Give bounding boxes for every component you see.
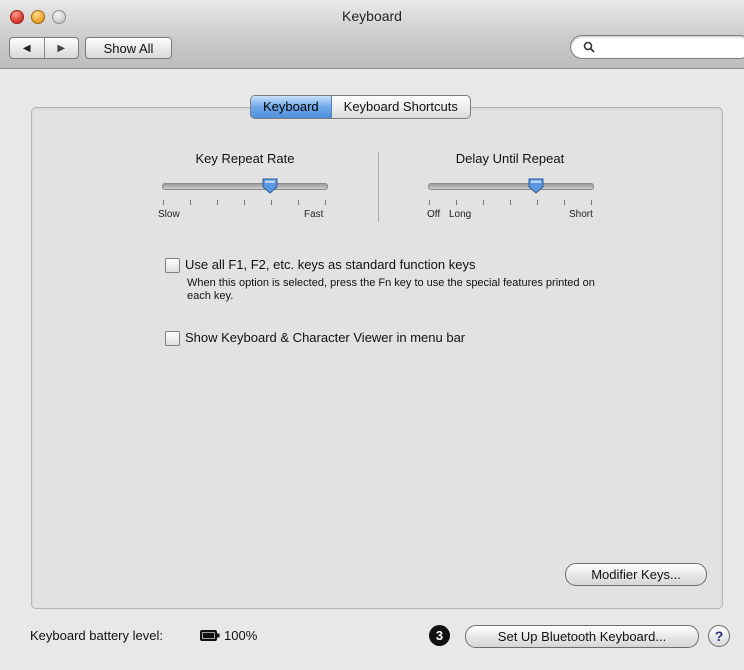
key-repeat-tick bbox=[190, 200, 191, 205]
key-repeat-tick bbox=[271, 200, 272, 205]
key-repeat-max-label: Fast bbox=[304, 209, 324, 220]
tab-keyboard-shortcuts[interactable]: Keyboard Shortcuts bbox=[332, 96, 470, 118]
key-repeat-slider[interactable] bbox=[162, 183, 328, 190]
key-repeat-tick bbox=[325, 200, 326, 205]
key-repeat-title: Key Repeat Rate bbox=[195, 151, 295, 166]
window-titlebar: Keyboard ◀ ▶ Show All bbox=[0, 0, 744, 69]
delay-repeat-min-label: Off bbox=[427, 209, 441, 220]
delay-repeat-tick bbox=[456, 200, 457, 205]
setup-bluetooth-keyboard-button[interactable]: Set Up Bluetooth Keyboard... bbox=[465, 625, 699, 648]
content-panel bbox=[31, 107, 723, 609]
keyboard-viewer-label[interactable]: Show Keyboard & Character Viewer in menu… bbox=[185, 330, 465, 345]
show-all-button[interactable]: Show All bbox=[85, 37, 172, 59]
delay-repeat-slider-thumb[interactable] bbox=[528, 178, 544, 194]
delay-repeat-slider[interactable] bbox=[428, 183, 594, 190]
forward-button[interactable]: ▶ bbox=[45, 38, 79, 58]
back-button[interactable]: ◀ bbox=[10, 38, 45, 58]
triangle-left-icon: ◀ bbox=[22, 42, 31, 54]
delay-repeat-tick bbox=[591, 200, 592, 205]
delay-repeat-tick bbox=[564, 200, 565, 205]
window-title: Keyboard bbox=[342, 8, 402, 24]
delay-repeat-long-label: Long bbox=[449, 209, 472, 220]
navigation-buttons: ◀ ▶ bbox=[9, 37, 79, 59]
slider-divider bbox=[378, 152, 379, 222]
tab-bar: Keyboard Keyboard Shortcuts bbox=[250, 95, 471, 119]
function-keys-note: When this option is selected, press the … bbox=[187, 277, 595, 302]
tab-keyboard[interactable]: Keyboard bbox=[251, 96, 332, 118]
search-icon bbox=[583, 41, 595, 53]
battery-icon bbox=[200, 630, 220, 641]
function-keys-label[interactable]: Use all F1, F2, etc. keys as standard fu… bbox=[185, 257, 475, 272]
function-keys-checkbox[interactable] bbox=[165, 258, 180, 273]
battery-level-value: 100% bbox=[224, 628, 258, 643]
modifier-keys-button[interactable]: Modifier Keys... bbox=[565, 563, 707, 586]
delay-repeat-tick bbox=[429, 200, 430, 205]
callout-number-badge: 3 bbox=[429, 625, 450, 646]
key-repeat-slider-thumb[interactable] bbox=[262, 178, 278, 194]
keyboard-viewer-checkbox[interactable] bbox=[165, 331, 180, 346]
delay-repeat-tick bbox=[537, 200, 538, 205]
delay-repeat-tick bbox=[510, 200, 511, 205]
delay-repeat-max-label: Short bbox=[569, 209, 593, 220]
help-button[interactable]: ? bbox=[708, 625, 730, 647]
key-repeat-tick bbox=[298, 200, 299, 205]
battery-level-label: Keyboard battery level: bbox=[30, 628, 163, 643]
triangle-right-icon: ▶ bbox=[57, 42, 66, 54]
key-repeat-tick bbox=[217, 200, 218, 205]
delay-repeat-title: Delay Until Repeat bbox=[455, 151, 565, 166]
key-repeat-tick bbox=[244, 200, 245, 205]
key-repeat-tick bbox=[163, 200, 164, 205]
search-field[interactable] bbox=[570, 35, 744, 59]
delay-repeat-tick bbox=[483, 200, 484, 205]
key-repeat-min-label: Slow bbox=[158, 209, 180, 220]
